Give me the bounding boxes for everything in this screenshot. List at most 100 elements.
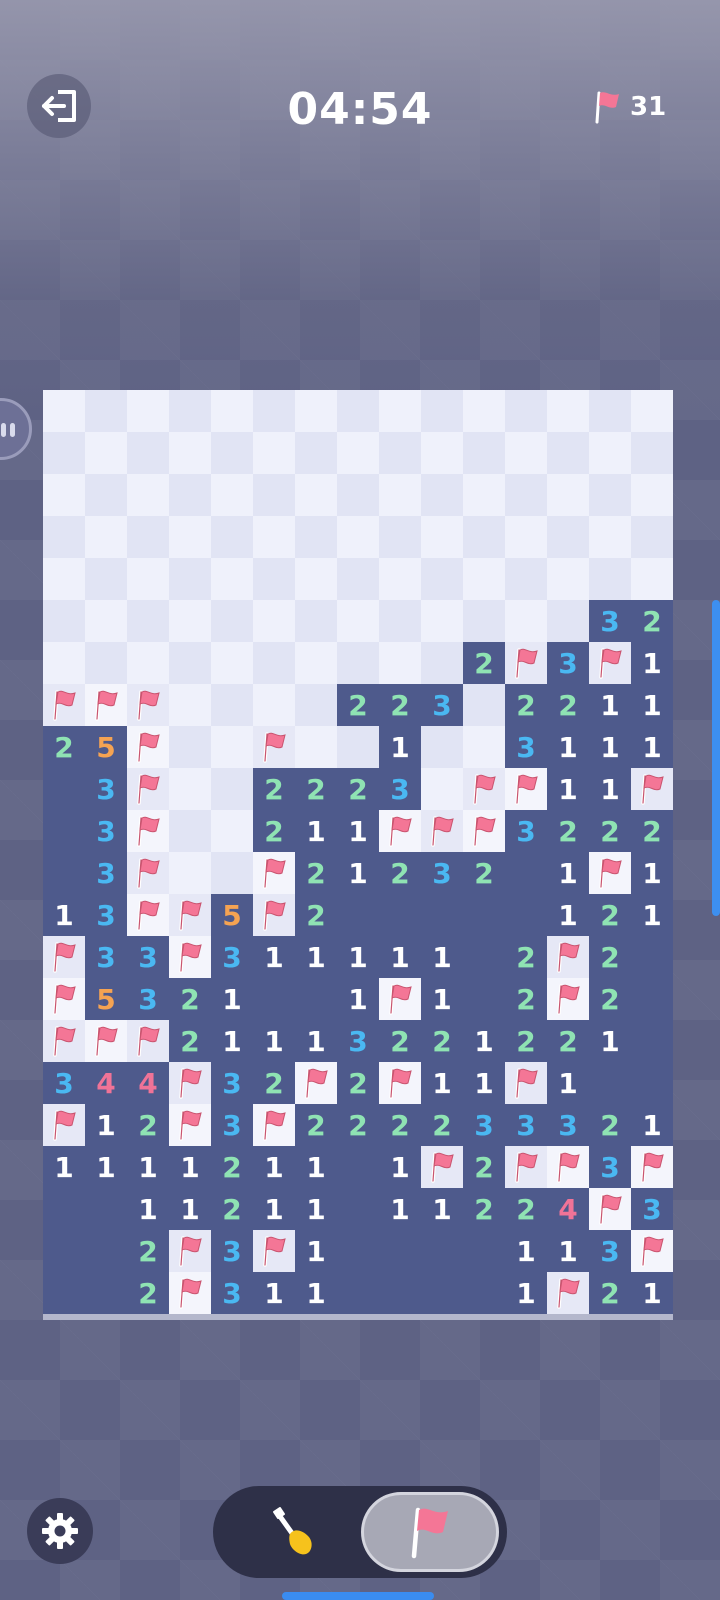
exit-button[interactable] (27, 74, 91, 138)
flagged-cell[interactable] (631, 1146, 673, 1188)
flagged-cell[interactable] (631, 768, 673, 810)
number-cell[interactable]: 1 (589, 726, 631, 768)
number-cell[interactable]: 2 (547, 1020, 589, 1062)
number-cell[interactable]: 3 (85, 852, 127, 894)
number-cell[interactable]: 3 (505, 1104, 547, 1146)
flagged-cell[interactable] (505, 1062, 547, 1104)
hidden-cell[interactable] (127, 558, 169, 600)
hidden-cell[interactable] (169, 852, 211, 894)
revealed-empty-cell[interactable] (295, 978, 337, 1020)
number-cell[interactable]: 2 (589, 936, 631, 978)
revealed-empty-cell[interactable] (85, 1230, 127, 1272)
hidden-cell[interactable] (547, 558, 589, 600)
hidden-cell[interactable] (463, 474, 505, 516)
hidden-cell[interactable] (43, 516, 85, 558)
revealed-empty-cell[interactable] (379, 1230, 421, 1272)
number-cell[interactable]: 3 (43, 1062, 85, 1104)
number-cell[interactable]: 2 (463, 1188, 505, 1230)
number-cell[interactable]: 5 (85, 978, 127, 1020)
revealed-empty-cell[interactable] (631, 1062, 673, 1104)
number-cell[interactable]: 1 (505, 1272, 547, 1314)
number-cell[interactable]: 3 (589, 1146, 631, 1188)
number-cell[interactable]: 2 (379, 852, 421, 894)
number-cell[interactable]: 1 (253, 1188, 295, 1230)
number-cell[interactable]: 1 (85, 1146, 127, 1188)
revealed-empty-cell[interactable] (43, 810, 85, 852)
number-cell[interactable]: 2 (211, 1146, 253, 1188)
hidden-cell[interactable] (211, 642, 253, 684)
number-cell[interactable]: 1 (253, 1272, 295, 1314)
number-cell[interactable]: 2 (169, 1020, 211, 1062)
revealed-empty-cell[interactable] (43, 768, 85, 810)
flagged-cell[interactable] (127, 894, 169, 936)
flagged-cell[interactable] (169, 894, 211, 936)
hidden-cell[interactable] (253, 642, 295, 684)
number-cell[interactable]: 4 (85, 1062, 127, 1104)
number-cell[interactable]: 2 (547, 810, 589, 852)
hidden-cell[interactable] (337, 558, 379, 600)
flagged-cell[interactable] (169, 1104, 211, 1146)
hidden-cell[interactable] (43, 390, 85, 432)
revealed-empty-cell[interactable] (337, 1272, 379, 1314)
hidden-cell[interactable] (211, 516, 253, 558)
flagged-cell[interactable] (505, 1146, 547, 1188)
hidden-cell[interactable] (211, 600, 253, 642)
hidden-cell[interactable] (631, 390, 673, 432)
revealed-empty-cell[interactable] (463, 1230, 505, 1272)
hidden-cell[interactable] (85, 432, 127, 474)
number-cell[interactable]: 3 (547, 1104, 589, 1146)
number-cell[interactable]: 2 (505, 978, 547, 1020)
hidden-cell[interactable] (589, 558, 631, 600)
hidden-cell[interactable] (421, 600, 463, 642)
number-cell[interactable]: 1 (631, 684, 673, 726)
flagged-cell[interactable] (295, 1062, 337, 1104)
hidden-cell[interactable] (463, 390, 505, 432)
number-cell[interactable]: 2 (463, 642, 505, 684)
number-cell[interactable]: 2 (589, 978, 631, 1020)
number-cell[interactable]: 2 (253, 1062, 295, 1104)
number-cell[interactable]: 1 (337, 978, 379, 1020)
hidden-cell[interactable] (169, 558, 211, 600)
flagged-cell[interactable] (127, 852, 169, 894)
hidden-cell[interactable] (295, 600, 337, 642)
flagged-cell[interactable] (127, 684, 169, 726)
hidden-cell[interactable] (463, 684, 505, 726)
hidden-cell[interactable] (169, 432, 211, 474)
hidden-cell[interactable] (253, 432, 295, 474)
revealed-empty-cell[interactable] (337, 1146, 379, 1188)
number-cell[interactable]: 2 (379, 1104, 421, 1146)
hidden-cell[interactable] (253, 474, 295, 516)
number-cell[interactable]: 1 (547, 768, 589, 810)
number-cell[interactable]: 3 (379, 768, 421, 810)
flagged-cell[interactable] (253, 852, 295, 894)
flagged-cell[interactable] (547, 1272, 589, 1314)
number-cell[interactable]: 3 (127, 936, 169, 978)
hidden-cell[interactable] (505, 474, 547, 516)
revealed-empty-cell[interactable] (421, 894, 463, 936)
number-cell[interactable]: 3 (421, 684, 463, 726)
hidden-cell[interactable] (211, 852, 253, 894)
number-cell[interactable]: 2 (547, 684, 589, 726)
flagged-cell[interactable] (631, 1230, 673, 1272)
hidden-cell[interactable] (169, 516, 211, 558)
hidden-cell[interactable] (43, 642, 85, 684)
number-cell[interactable]: 1 (337, 936, 379, 978)
hidden-cell[interactable] (505, 390, 547, 432)
flagged-cell[interactable] (505, 642, 547, 684)
revealed-empty-cell[interactable] (337, 1188, 379, 1230)
flagged-cell[interactable] (127, 768, 169, 810)
number-cell[interactable]: 2 (211, 1188, 253, 1230)
number-cell[interactable]: 2 (337, 1104, 379, 1146)
number-cell[interactable]: 2 (589, 894, 631, 936)
hidden-cell[interactable] (421, 516, 463, 558)
hidden-cell[interactable] (379, 432, 421, 474)
number-cell[interactable]: 1 (295, 1146, 337, 1188)
revealed-empty-cell[interactable] (421, 1230, 463, 1272)
hidden-cell[interactable] (253, 558, 295, 600)
number-cell[interactable]: 1 (631, 1272, 673, 1314)
number-cell[interactable]: 2 (589, 810, 631, 852)
hidden-cell[interactable] (631, 432, 673, 474)
flag-mode-button[interactable] (361, 1492, 499, 1572)
number-cell[interactable]: 1 (421, 1188, 463, 1230)
hidden-cell[interactable] (211, 432, 253, 474)
